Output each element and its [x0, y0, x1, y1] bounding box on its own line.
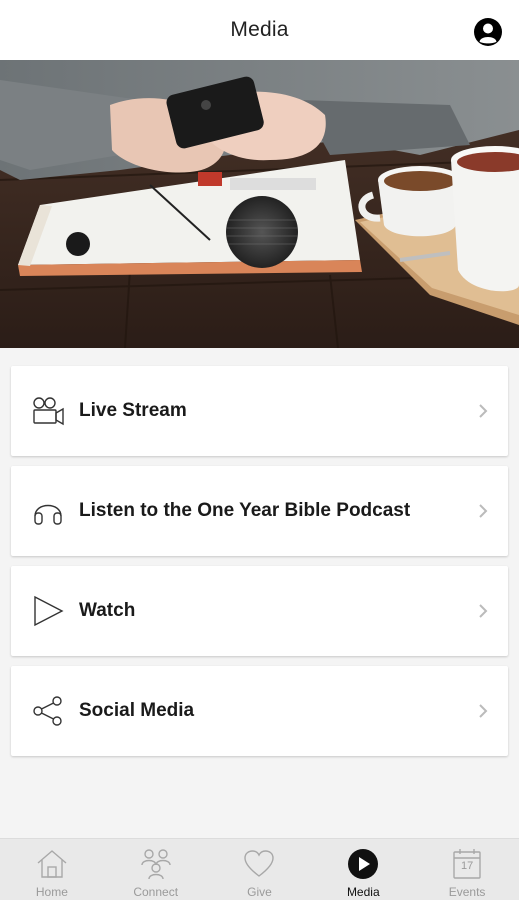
- user-circle-icon: [474, 18, 502, 46]
- media-menu: Live Stream Listen to the One Year Bible…: [0, 348, 519, 838]
- profile-button[interactable]: [473, 17, 503, 47]
- tab-label: Media: [346, 885, 380, 899]
- menu-item-live-stream[interactable]: Live Stream: [11, 366, 508, 456]
- tab-give[interactable]: Give: [208, 839, 312, 900]
- tab-connect[interactable]: Connect: [104, 839, 208, 900]
- tab-home[interactable]: Home: [0, 839, 104, 900]
- home-icon: [35, 847, 69, 881]
- menu-item-social-media[interactable]: Social Media: [11, 666, 508, 756]
- menu-item-label: Watch: [79, 600, 136, 621]
- tab-label: Connect: [133, 885, 179, 899]
- hero-image: [0, 60, 519, 348]
- bottom-tab-bar: Home Connect Give Media 17 Events: [0, 838, 519, 900]
- tab-media[interactable]: Media: [311, 839, 415, 900]
- tab-label: Give: [247, 885, 272, 899]
- headphones-icon: [30, 493, 66, 529]
- play-circle-icon: [346, 847, 380, 881]
- menu-item-label: Live Stream: [79, 400, 187, 421]
- heart-icon: [242, 847, 276, 881]
- tab-events[interactable]: 17 Events: [415, 839, 519, 900]
- menu-item-watch[interactable]: Watch: [11, 566, 508, 656]
- chevron-right-icon: [479, 704, 488, 718]
- play-outline-icon: [30, 593, 66, 629]
- chevron-right-icon: [479, 604, 488, 618]
- menu-item-podcast[interactable]: Listen to the One Year Bible Podcast: [11, 466, 508, 556]
- calendar-day: 17: [460, 860, 474, 872]
- video-camera-icon: [30, 393, 66, 429]
- people-icon: [139, 847, 173, 881]
- chevron-right-icon: [479, 404, 488, 418]
- calendar-icon: 17: [450, 847, 484, 881]
- menu-item-label: Social Media: [79, 700, 195, 721]
- tab-label: Events: [448, 885, 486, 899]
- page-title: Media: [230, 18, 289, 41]
- top-bar: Media: [0, 0, 519, 60]
- share-icon: [30, 693, 66, 729]
- menu-item-label: Listen to the One Year Bible Podcast: [79, 500, 411, 521]
- tab-label: Home: [35, 885, 68, 899]
- chevron-right-icon: [479, 504, 488, 518]
